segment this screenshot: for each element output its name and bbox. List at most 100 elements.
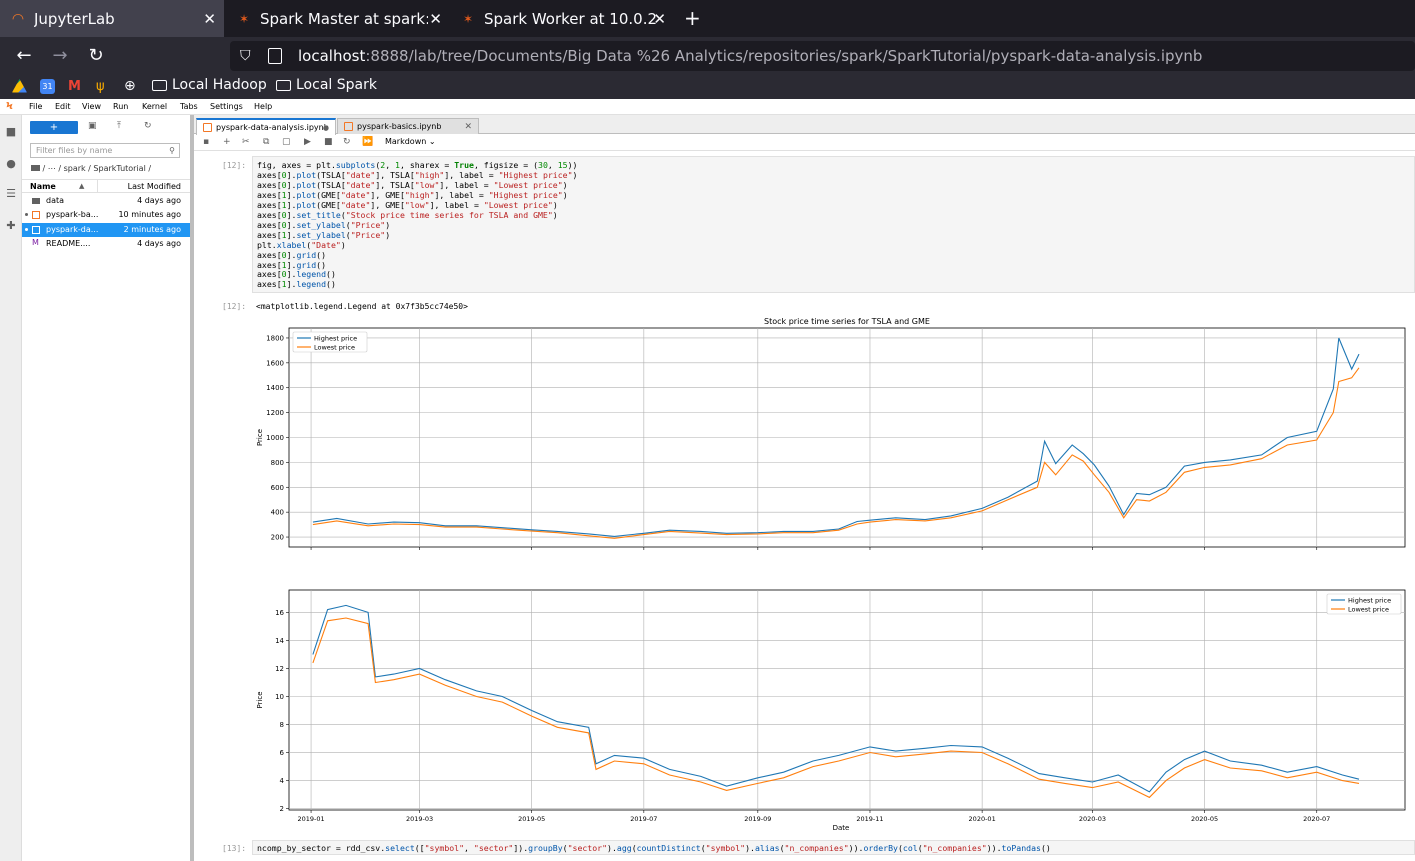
y-tick-label: 10 (275, 693, 284, 701)
navigation-bar: ← → ↻ ⛉ localhost:8888/lab/tree/Document… (0, 37, 1415, 74)
reload-icon[interactable]: ↻ (84, 45, 108, 66)
url-bar[interactable]: ⛉ localhost:8888/lab/tree/Documents/Big … (230, 41, 1415, 71)
home-folder-icon[interactable] (31, 165, 40, 171)
menu-file[interactable]: File (29, 102, 42, 111)
x-axis-label: Date (833, 824, 850, 832)
x-tick-label: 2019-05 (518, 815, 545, 823)
file-modified: 10 minutes ago (118, 210, 181, 219)
folder-icon (276, 79, 291, 91)
y-tick-label: 2 (280, 805, 284, 813)
file-row-readme[interactable]: M README.... 4 days ago (22, 237, 190, 251)
jupyter-logo-icon: Ϟ (6, 101, 14, 112)
file-name: data (46, 196, 65, 205)
y-tick-label: 6 (280, 749, 285, 757)
file-browser: + ▣ ⤒ ↻ Filter files by name ⚲ / ⋯ / spa… (22, 115, 190, 861)
menu-view[interactable]: View (82, 102, 101, 111)
close-tab-icon[interactable]: ✕ (429, 10, 442, 28)
file-modified: 2 minutes ago (123, 225, 181, 234)
markdown-icon: M (32, 238, 39, 247)
bookmarks-bar: 31 M ψ ⊕ Local Hadoop Local Spark (0, 74, 1415, 99)
new-launcher-button[interactable]: + (30, 121, 78, 134)
breadcrumb[interactable]: / ⋯ / spark / SparkTutorial / (31, 164, 151, 173)
toc-icon[interactable]: ☰ (5, 187, 17, 200)
browser-tab-spark-master[interactable]: ✶ Spark Master at spark://o ✕ (226, 0, 450, 37)
y-tick-label: 800 (271, 459, 284, 467)
y-tick-label: 400 (271, 509, 284, 517)
filter-placeholder: Filter files by name (36, 146, 113, 155)
file-name: README.... (46, 239, 91, 248)
filter-files-input[interactable]: Filter files by name ⚲ (30, 143, 180, 158)
globe-icon[interactable]: ⊕ (124, 79, 139, 94)
file-modified: 4 days ago (137, 239, 181, 248)
extension-icon[interactable]: ✚ (5, 219, 17, 232)
browser-tab-strip: ◠ JupyterLab ✕ ✶ Spark Master at spark:/… (0, 0, 1415, 37)
legend-label: Highest price (314, 335, 357, 343)
notebook-icon (32, 211, 40, 219)
menu-tabs[interactable]: Tabs (180, 102, 198, 111)
y-tick-label: 16 (275, 609, 284, 617)
menu-edit[interactable]: Edit (55, 102, 71, 111)
file-row-pyspark-data-analysis[interactable]: pyspark-da... 2 minutes ago (22, 223, 190, 237)
drive-icon[interactable] (12, 79, 27, 93)
menu-help[interactable]: Help (254, 102, 272, 111)
file-name: pyspark-ba... (46, 210, 99, 219)
input-prompt: [13]: (222, 844, 247, 853)
bookmark-local-hadoop[interactable]: Local Hadoop (152, 77, 267, 93)
browser-tab-spark-worker[interactable]: ✶ Spark Worker at 10.0.2.15 ✕ (450, 0, 674, 37)
forward-icon[interactable]: → (48, 45, 72, 66)
calendar-icon[interactable]: 31 (40, 79, 55, 94)
activity-bar: ■ ● ☰ ✚ (0, 115, 22, 861)
notebook-icon (32, 226, 40, 234)
browser-tab-jupyterlab[interactable]: ◠ JupyterLab ✕ (0, 0, 224, 37)
bookmark-label: Local Spark (296, 77, 377, 93)
menu-kernel[interactable]: Kernel (142, 102, 167, 111)
bookmark-local-spark[interactable]: Local Spark (276, 77, 377, 93)
folder-icon[interactable]: ■ (5, 125, 17, 138)
x-tick-label: 2019-03 (406, 815, 433, 823)
y-tick-label: 8 (280, 721, 284, 729)
refresh-icon[interactable]: ↻ (144, 121, 152, 131)
back-icon[interactable]: ← (12, 45, 36, 66)
chart-title: Stock price time series for TSLA and GME (764, 317, 930, 326)
shield-icon[interactable]: ⛉ (240, 48, 258, 64)
sort-caret-icon[interactable]: ▲ (79, 182, 84, 190)
new-tab-icon[interactable]: + (684, 6, 701, 30)
folder-icon (32, 198, 40, 204)
modified-column-header[interactable]: Last Modified (128, 182, 181, 191)
jupyter-menubar: Ϟ File Edit View Run Kernel Tabs Setting… (0, 99, 1415, 115)
breadcrumb-path[interactable]: / ⋯ / spark / SparkTutorial / (43, 164, 152, 173)
file-list-header: Name ▲ Last Modified (22, 179, 190, 193)
y-tick-label: 4 (280, 777, 285, 785)
file-modified: 4 days ago (137, 196, 181, 205)
legend-label: Lowest price (314, 344, 355, 352)
spark-favicon-icon: ✶ (462, 11, 474, 26)
x-tick-label: 2020-07 (1303, 815, 1330, 823)
close-tab-icon[interactable]: ✕ (653, 10, 666, 28)
code-cell-13[interactable]: ncomp_by_sector = rdd_csv.select(["symbo… (252, 840, 1415, 855)
page-icon (268, 48, 282, 64)
y-tick-label: 14 (275, 637, 284, 645)
x-tick-label: 2020-05 (1191, 815, 1218, 823)
menu-run[interactable]: Run (113, 102, 128, 111)
y-axis-label: Price (256, 691, 264, 708)
y-tick-label: 1600 (266, 359, 284, 367)
file-name: pyspark-da... (46, 225, 99, 234)
url-path: :8888/lab/tree/Documents/Big Data %26 An… (365, 47, 1203, 65)
y-tick-label: 1800 (266, 334, 284, 342)
upload-icon[interactable]: ⤒ (117, 121, 121, 131)
plot-area (288, 589, 1406, 811)
y-tick-label: 1400 (266, 384, 284, 392)
running-icon[interactable]: ● (5, 157, 17, 170)
menu-settings[interactable]: Settings (210, 102, 243, 111)
running-indicator (25, 228, 28, 231)
close-tab-icon[interactable]: ✕ (203, 10, 216, 28)
file-row-data[interactable]: data 4 days ago (22, 194, 190, 208)
hadoop-icon[interactable]: ψ (96, 79, 111, 94)
file-row-pyspark-basics[interactable]: pyspark-ba... 10 minutes ago (22, 208, 190, 222)
name-column-header[interactable]: Name (30, 182, 56, 191)
x-tick-label: 2020-03 (1079, 815, 1106, 823)
gmail-icon[interactable]: M (68, 79, 83, 94)
notebook-panel: pyspark-data-analysis.ipynb ● pyspark-ba… (194, 115, 1415, 861)
new-folder-icon[interactable]: ▣ (88, 121, 97, 131)
x-tick-label: 2019-07 (630, 815, 657, 823)
